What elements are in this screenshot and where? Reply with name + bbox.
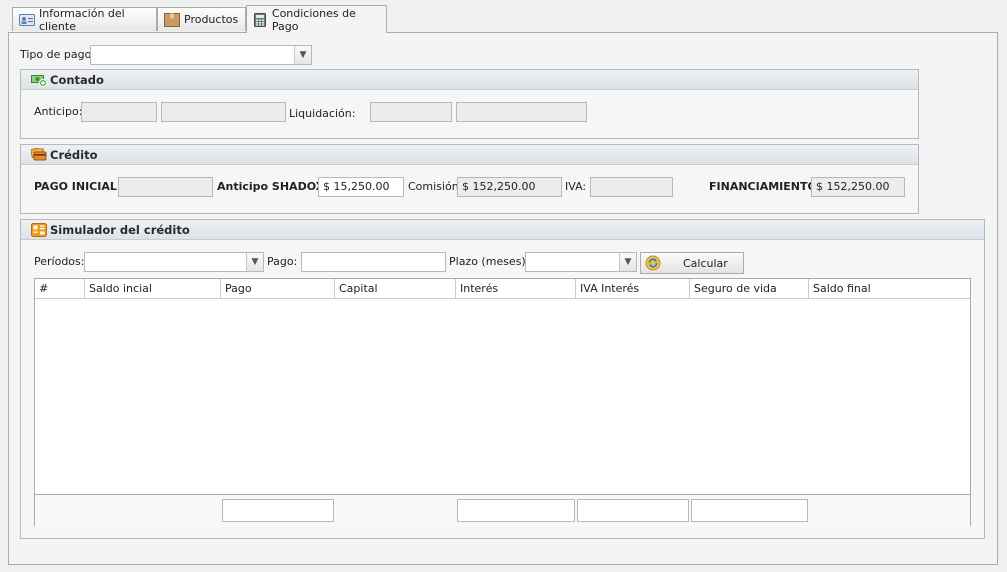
column-header[interactable]: Capital bbox=[335, 279, 456, 299]
plazo-label: Plazo (meses): bbox=[449, 255, 530, 268]
pago-inicial-field[interactable] bbox=[118, 177, 213, 197]
financiamiento-field[interactable]: $ 152,250.00 bbox=[811, 177, 905, 197]
calculator-icon bbox=[253, 12, 268, 27]
comision-label: Comisión: bbox=[408, 180, 463, 193]
calcular-label: Calcular bbox=[683, 256, 728, 270]
chevron-down-icon[interactable]: ▼ bbox=[294, 46, 311, 64]
column-header[interactable]: IVA Interés bbox=[576, 279, 690, 299]
tab-informacion-cliente[interactable]: Información del cliente bbox=[12, 6, 157, 33]
tipo-pago-label: Tipo de pago: bbox=[20, 48, 96, 61]
credito-title: Crédito bbox=[50, 147, 98, 162]
tab-label: Información del cliente bbox=[39, 6, 125, 33]
contado-liquidacion-amount-field[interactable] bbox=[456, 102, 587, 122]
id-card-icon bbox=[19, 13, 35, 27]
tipo-pago-select[interactable]: ▼ bbox=[90, 45, 312, 65]
simulador-header: Simulador del crédito bbox=[21, 220, 984, 240]
simulador-grid[interactable]: # Saldo incial Pago Capital Interés IVA … bbox=[34, 278, 971, 526]
anticipo-shadox-field[interactable]: $ 15,250.00 bbox=[318, 177, 404, 197]
plazo-select[interactable]: ▼ bbox=[525, 252, 637, 272]
total-interes-cell bbox=[457, 499, 575, 522]
iva-field[interactable] bbox=[590, 177, 673, 197]
periodos-label: Períodos: bbox=[34, 255, 85, 268]
tab-condiciones-pago[interactable]: Condiciones de Pago bbox=[246, 5, 387, 33]
grid-footer bbox=[35, 494, 970, 526]
column-header[interactable]: Saldo incial bbox=[85, 279, 221, 299]
total-pago-cell bbox=[222, 499, 334, 522]
tab-label: Condiciones de Pago bbox=[271, 6, 356, 33]
column-header[interactable]: # bbox=[35, 279, 85, 299]
simulador-title: Simulador del crédito bbox=[50, 222, 190, 237]
box-icon bbox=[164, 12, 180, 27]
pago-label: Pago: bbox=[267, 255, 298, 268]
cash-icon bbox=[31, 73, 47, 87]
tab-label: Productos bbox=[184, 13, 239, 26]
total-seguro-cell bbox=[691, 499, 808, 522]
contado-anticipo-amount-field[interactable] bbox=[161, 102, 286, 122]
chevron-down-icon[interactable]: ▼ bbox=[246, 253, 263, 271]
contado-anticipo-field[interactable] bbox=[81, 102, 157, 122]
anticipo-shadox-label: Anticipo SHADOX: bbox=[217, 180, 329, 193]
chevron-down-icon[interactable]: ▼ bbox=[619, 253, 636, 271]
pago-input[interactable] bbox=[301, 252, 446, 272]
column-header[interactable]: Pago bbox=[221, 279, 335, 299]
contado-header: Contado bbox=[21, 70, 918, 90]
comision-field[interactable]: $ 152,250.00 bbox=[457, 177, 562, 197]
iva-label: IVA: bbox=[565, 180, 587, 193]
tipo-pago-value bbox=[91, 48, 95, 61]
calcular-button[interactable]: Calcular bbox=[640, 252, 744, 274]
contado-liquidacion-label: Liquidación: bbox=[289, 107, 356, 120]
column-header[interactable]: Saldo final bbox=[809, 279, 970, 299]
column-header[interactable]: Seguro de vida bbox=[690, 279, 809, 299]
credito-header: Crédito bbox=[21, 145, 918, 165]
contado-title: Contado bbox=[50, 72, 104, 87]
calculator-orange-icon bbox=[31, 222, 47, 237]
credit-cards-icon bbox=[30, 146, 47, 162]
column-header[interactable]: Interés bbox=[456, 279, 576, 299]
total-iva-interes-cell bbox=[577, 499, 689, 522]
tab-productos[interactable]: Productos bbox=[157, 7, 246, 31]
contado-anticipo-label: Anticipo: bbox=[34, 105, 83, 118]
pago-inicial-label: PAGO INICIAL: bbox=[34, 180, 122, 193]
financiamiento-label: FINANCIAMIENTO: bbox=[709, 180, 822, 193]
contado-liquidacion-field[interactable] bbox=[370, 102, 452, 122]
periodos-select[interactable]: ▼ bbox=[84, 252, 264, 272]
refresh-icon bbox=[645, 255, 661, 271]
